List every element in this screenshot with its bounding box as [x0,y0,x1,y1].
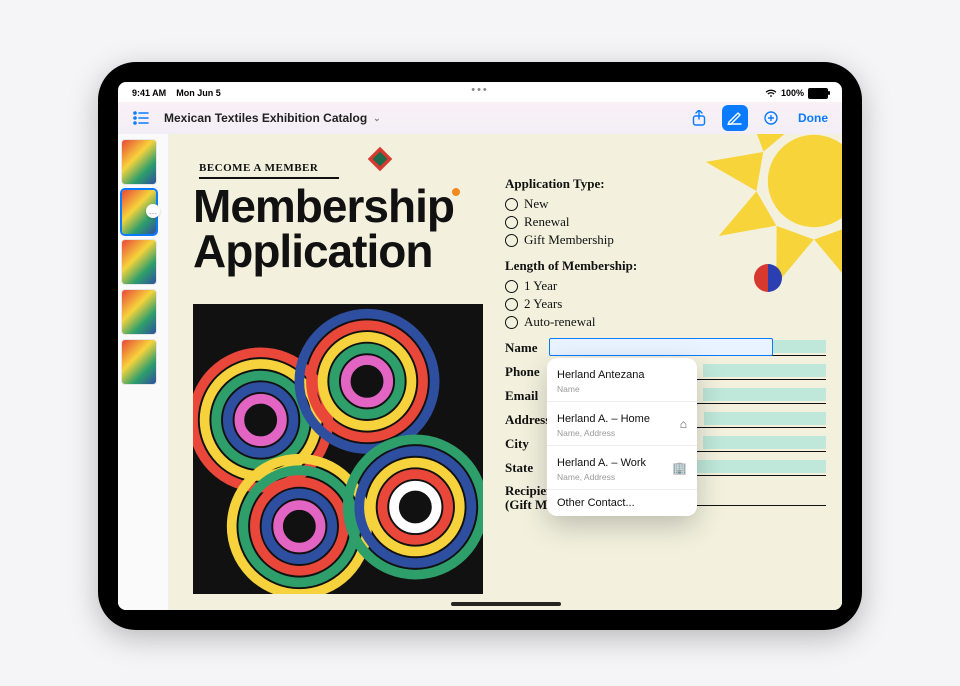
field-label: State [505,460,549,476]
autofill-sub: Name, Address [557,472,646,482]
field-label: Phone [505,364,549,380]
thumbnail-sidebar[interactable]: … [118,134,169,610]
radio-option[interactable]: Auto-renewal [505,314,826,330]
page-headline: Membership Application [193,184,460,274]
page-thumb[interactable]: … [122,190,156,234]
page-thumb[interactable] [122,240,156,284]
home-indicator[interactable] [451,602,561,606]
done-button[interactable]: Done [794,111,832,125]
markup-icon[interactable] [722,105,748,131]
autofill-popover: Herland Antezana Name Herland A. – Home Na… [547,358,697,516]
radio-option[interactable]: 1 Year [505,278,826,294]
autofill-title: Other Contact... [557,497,635,509]
autofill-sub: Name [557,384,644,394]
document-page: BECOME A MEMBER Membership Application [169,134,842,610]
field-label: Address [505,412,550,428]
sidebar-toggle-icon[interactable] [128,105,154,131]
autofill-title: Herland A. – Home [557,413,650,425]
multitask-dots[interactable]: ••• [471,84,489,96]
status-date: Mon Jun 5 [176,88,221,98]
autofill-sub: Name, Address [557,428,650,438]
share-icon[interactable] [686,105,712,131]
page-thumb[interactable] [122,340,156,384]
field-label: Name [505,340,549,356]
radio-icon [505,316,518,329]
section-label: Length of Membership: [505,258,826,274]
ipad-frame: ••• 9:41 AM Mon Jun 5 100% Mexican Texti… [98,62,862,630]
field-label: City [505,436,549,452]
autofill-title: Herland A. – Work [557,457,646,469]
home-icon: ⌂ [680,417,687,431]
autofill-title: Herland Antezana [557,369,644,381]
document-title[interactable]: Mexican Textiles Exhibition Catalog ⌄ [164,111,381,125]
comment-indicator-icon: … [146,204,160,218]
screen: ••• 9:41 AM Mon Jun 5 100% Mexican Texti… [118,82,842,610]
document-title-text: Mexican Textiles Exhibition Catalog [164,111,367,125]
autofill-item[interactable]: Herland A. – Work Name, Address 🏢 [547,446,697,490]
radio-icon [505,280,518,293]
page-thumb[interactable] [122,140,156,184]
building-icon: 🏢 [672,461,687,475]
chevron-down-icon: ⌄ [373,113,381,124]
autofill-other[interactable]: Other Contact... [547,490,697,516]
wifi-icon [765,89,777,98]
search-page-icon[interactable] [758,105,784,131]
eyebrow-heading: BECOME A MEMBER [199,162,339,179]
field-line[interactable] [697,461,827,476]
radio-icon [505,216,518,229]
diamond-graphic [367,146,393,172]
textile-art [193,304,483,594]
field-label: Email [505,388,549,404]
status-time: 9:41 AM [132,88,166,98]
page-thumb[interactable] [122,290,156,334]
radio-option[interactable]: Gift Membership [505,232,826,248]
radio-icon [505,198,518,211]
radio-icon [505,234,518,247]
section-label: Application Type: [505,176,826,192]
headline-line2: Application [193,229,460,274]
battery-percent: 100% [781,88,804,98]
battery-icon [808,88,828,99]
radio-option[interactable]: New [505,196,826,212]
autofill-item[interactable]: Herland Antezana Name [547,358,697,402]
autofill-item[interactable]: Herland A. – Home Name, Address ⌂ [547,402,697,446]
name-input-active[interactable] [549,338,773,356]
toolbar: Mexican Textiles Exhibition Catalog ⌄ Do… [118,102,842,135]
radio-icon [505,298,518,311]
radio-option[interactable]: 2 Years [505,296,826,312]
accent-dot [452,188,460,196]
radio-option[interactable]: Renewal [505,214,826,230]
